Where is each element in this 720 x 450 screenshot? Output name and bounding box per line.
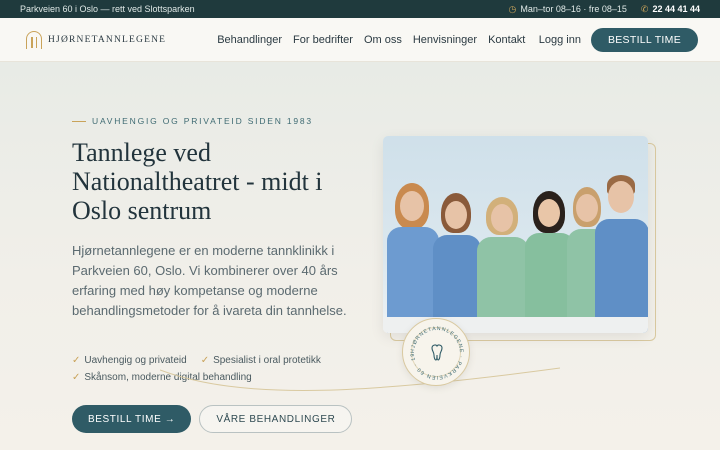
book-appointment-button[interactable]: BESTILL TIME bbox=[590, 27, 698, 52]
hero-lead: Hjørnetannlegene er en moderne tannklini… bbox=[72, 243, 347, 318]
decorative-swoosh bbox=[160, 367, 560, 391]
team-member bbox=[477, 197, 529, 333]
nav-item-henvisninger[interactable]: Henvisninger bbox=[413, 34, 477, 46]
eyebrow-text: UAVHENGIG OG PRIVATEID SIDEN 1983 bbox=[92, 116, 313, 126]
established-badge: HJØRNETANNLEGENE · PARKVEIEN 60 · 1983 · bbox=[402, 318, 470, 386]
hero-title: Tannlege ved Nationaltheatret - midt i O… bbox=[72, 138, 323, 225]
logo-text: HJØRNETANNLEGENE bbox=[48, 34, 167, 45]
badge-ring: HJØRNETANNLEGENE · PARKVEIEN 60 · 1983 · bbox=[403, 319, 464, 380]
opening-hours-text: Man–tor 08–16 · fre 08–15 bbox=[520, 4, 627, 14]
logo[interactable]: HJØRNETANNLEGENE bbox=[26, 30, 167, 49]
svg-text:HJØRNETANNLEGENE · PARKVEIEN 6: HJØRNETANNLEGENE · PARKVEIEN 60 · 1983 · bbox=[403, 319, 464, 380]
logo-icon bbox=[26, 30, 42, 49]
address-text: Parkveien 60 i Oslo — rett ved Slottspar… bbox=[20, 4, 195, 14]
hero-cta-group: BESTILL TIME → VÅRE BEHANDLINGER bbox=[72, 405, 353, 433]
top-info-bar: Parkveien 60 i Oslo — rett ved Slottspar… bbox=[0, 0, 720, 18]
phone-number[interactable]: 22 44 41 44 bbox=[652, 4, 700, 14]
team-member bbox=[433, 193, 481, 333]
cta-treatments-button[interactable]: VÅRE BEHANDLINGER bbox=[199, 405, 353, 433]
badge-ring-text: HJØRNETANNLEGENE · PARKVEIEN 60 · 1983 · bbox=[403, 319, 463, 380]
team-member bbox=[595, 175, 648, 333]
hero-eyebrow: UAVHENGIG OG PRIVATEID SIDEN 1983 bbox=[72, 116, 313, 126]
nav-menu: Behandlinger For bedrifter Om oss Henvis… bbox=[217, 34, 525, 46]
cta-book-button[interactable]: BESTILL TIME → bbox=[72, 405, 192, 433]
eyebrow-divider bbox=[72, 120, 86, 122]
check-icon: ✓ bbox=[72, 355, 81, 366]
phone-link[interactable]: ✆ 22 44 41 44 bbox=[641, 4, 700, 15]
nav-item-behandlinger[interactable]: Behandlinger bbox=[217, 34, 282, 46]
main-navigation: HJØRNETANNLEGENE Behandlinger For bedrif… bbox=[0, 18, 720, 62]
nav-item-for-bedrifter[interactable]: For bedrifter bbox=[293, 34, 353, 46]
tooth-icon bbox=[431, 344, 443, 361]
clock-icon: ◷ bbox=[508, 3, 517, 14]
nav-item-om-oss[interactable]: Om oss bbox=[364, 34, 402, 46]
team-photo bbox=[383, 136, 648, 333]
check-icon: ✓ bbox=[72, 372, 81, 383]
phone-icon: ✆ bbox=[640, 3, 649, 14]
login-link[interactable]: Logg inn bbox=[539, 34, 581, 46]
nav-item-kontakt[interactable]: Kontakt bbox=[488, 34, 525, 46]
team-member bbox=[387, 183, 439, 333]
opening-hours: ◷ Man–tor 08–16 · fre 08–15 bbox=[508, 4, 626, 15]
